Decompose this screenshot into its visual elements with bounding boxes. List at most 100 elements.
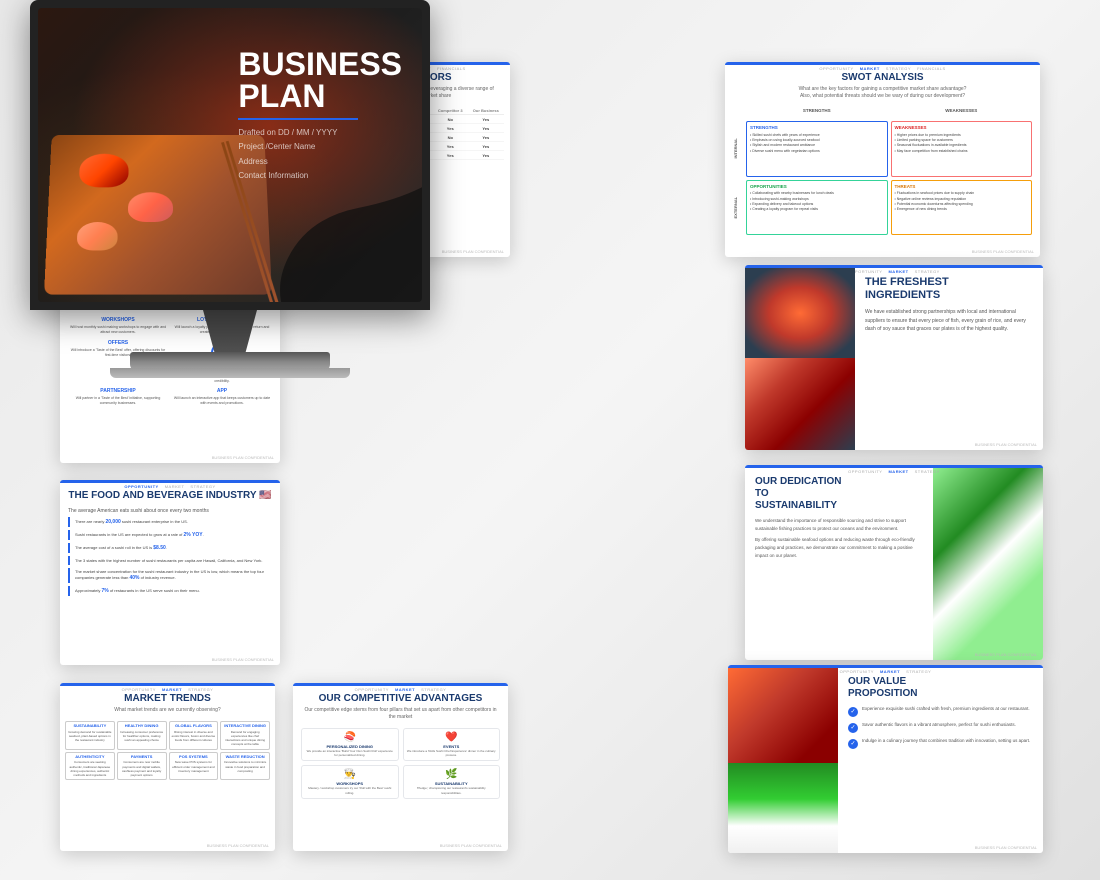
- workshops-icon: 👨‍🍳: [305, 769, 395, 780]
- comp-adv-workshops: 👨‍🍳 WORKSHOPS Mastery / workshop custome…: [301, 765, 399, 798]
- swot-threats: THREATS • Fluctuations in seafood prices…: [891, 180, 1033, 236]
- check-icon-3: ✓: [848, 739, 858, 749]
- check-icon-1: ✓: [848, 707, 858, 717]
- sushi-piece-2: [128, 192, 173, 222]
- sustainability-icon: 🌿: [407, 769, 497, 780]
- page-label: OPPORTUNITY MARKET STRATEGY: [840, 669, 932, 674]
- card-subtitle: What are the key factors for gaining a c…: [725, 86, 1040, 104]
- page-num: BUSINESS PLAN CONFIDENTIAL: [212, 657, 274, 662]
- trend-global: GLOBAL FLAVORS Rising interest in divers…: [169, 721, 219, 750]
- sushi-piece-3: [77, 222, 118, 250]
- value-prop-item-2: ✓ Savor authentic flavors in a vibrant a…: [848, 722, 1033, 733]
- page-label: OPPORTUNITY MARKET STRATEGY: [848, 269, 940, 274]
- food-bev-content: The average American eats sushi about on…: [60, 504, 280, 603]
- sushi-roll-image: [745, 268, 855, 358]
- bp-drafted: Drafted on DD / MM / YYYY: [238, 126, 402, 140]
- bp-title-1: BUSINESS: [238, 48, 402, 80]
- business-plan-text: BUSINESS PLAN Drafted on DD / MM / YYYY …: [238, 48, 402, 184]
- sustain-image: [933, 468, 1043, 660]
- slide-freshest: OPPORTUNITY MARKET STRATEGY THE FRESHEST…: [745, 265, 1043, 450]
- sustain-title: OUR DEDICATIONTOSUSTAINABILITY: [755, 476, 923, 512]
- value-prop-images: [728, 668, 838, 853]
- sashimi-image: [745, 358, 855, 450]
- swot-grid: STRENGTHS WEAKNESSES INTERNAL STRENGTHS …: [725, 104, 1040, 239]
- main-monitor-wrapper: BUSINESS PLAN Drafted on DD / MM / YYYY …: [0, 0, 460, 400]
- bp-address: Address: [238, 155, 402, 169]
- freshest-body: We have established strong partnerships …: [865, 308, 1033, 334]
- comp-adv-content: 🍣 PERSONALIZED DINING We provide an inte…: [293, 725, 508, 802]
- stat-5: The market share concentration for the s…: [68, 568, 272, 584]
- slide-value-prop: OPPORTUNITY MARKET STRATEGY OUR VALUEPRO…: [728, 665, 1043, 853]
- bp-line: [238, 118, 358, 120]
- stat-6: Approximately 7% of restaurants in the U…: [68, 586, 272, 596]
- swot-strengths: STRENGTHS • Skilled sushi chefs with yea…: [746, 121, 888, 177]
- salmon-image: [728, 668, 838, 763]
- spring-roll-image: [933, 468, 1043, 660]
- value-prop-item-3: ✓ Indulge in a culinary journey that com…: [848, 738, 1033, 749]
- trend-sustainability: SUSTAINABILITY Growing demand for sustai…: [65, 721, 115, 750]
- personalized-icon: 🍣: [305, 732, 395, 743]
- page-num: BUSINESS PLAN CONFIDENTIAL: [207, 843, 269, 848]
- page-label: OPPORTUNITY MARKET STRATEGY: [355, 687, 447, 692]
- page-num: BUSINESS PLAN CONFIDENTIAL: [975, 652, 1037, 657]
- stat-2: Sushi restaurants in the US are expected…: [68, 530, 272, 540]
- stat-1: There are nearly 20,000 sushi restaurant…: [68, 517, 272, 527]
- card-subtitle: Our competitive edge stems from four pil…: [293, 707, 508, 725]
- sustain-body-2: By offering sustainable seafood options …: [755, 536, 923, 559]
- page-num: BUSINESS PLAN CONFIDENTIAL: [212, 455, 274, 460]
- comp-adv-sustainability: 🌿 SUSTAINABILITY 'Pledge,' championing o…: [403, 765, 501, 798]
- sushi-piece-1: [79, 154, 129, 188]
- sustainability-inner: OUR DEDICATIONTOSUSTAINABILITY We unders…: [745, 468, 1043, 660]
- monitor-base-bottom: [110, 368, 350, 378]
- food-bev-subtitle: The average American eats sushi about on…: [68, 508, 272, 514]
- comp-adv-grid: 🍣 PERSONALIZED DINING We provide an inte…: [301, 728, 500, 799]
- value-prop-text: OUR VALUEPROPOSITION ✓ Experience exquis…: [838, 668, 1043, 853]
- sushi-roll-visual: [745, 268, 855, 358]
- trend-interactive: INTERACTIVE DINING Demand for engaging e…: [220, 721, 270, 750]
- value-prop-inner: OUR VALUEPROPOSITION ✓ Experience exquis…: [728, 668, 1043, 853]
- freshest-images: [745, 268, 855, 450]
- monitor-screen-container: BUSINESS PLAN Drafted on DD / MM / YYYY …: [30, 0, 430, 310]
- slide-market-trends: OPPORTUNITY MARKET STRATEGY MARKET TREND…: [60, 683, 275, 851]
- stat-4: The 3 states with the highest number of …: [68, 556, 272, 565]
- trend-healthy: HEALTHY DINING Increasing consumer prefe…: [117, 721, 167, 750]
- page-label: OPPORTUNITY MARKET STRATEGY: [848, 469, 940, 474]
- swot-weaknesses: WEAKNESSES • Higher prices due to premiu…: [891, 121, 1033, 177]
- bp-title-2: PLAN: [238, 80, 402, 112]
- events-icon: ❤️: [407, 732, 497, 743]
- swot-opportunities: OPPORTUNITIES • Collaborating with nearb…: [746, 180, 888, 236]
- value-prop-title: OUR VALUEPROPOSITION: [848, 676, 1033, 700]
- slide-competitive-adv: OPPORTUNITY MARKET STRATEGY OUR COMPETIT…: [293, 683, 508, 851]
- bp-contact: Contact Information: [238, 169, 402, 183]
- slide-swot: OPPORTUNITY MARKET STRATEGY FINANCIALS S…: [725, 62, 1040, 257]
- slide-sustainability: OPPORTUNITY MARKET STRATEGY OUR DEDICATI…: [745, 465, 1043, 660]
- bp-project: Project /Center Name: [238, 140, 402, 154]
- trend-waste: WASTE REDUCTION Innovative solutions to …: [220, 752, 270, 781]
- roll-image: [728, 763, 838, 853]
- page-label: OPPORTUNITY MARKET STRATEGY: [124, 484, 215, 489]
- sustain-body-1: We understand the importance of responsi…: [755, 517, 923, 532]
- screen-inner: BUSINESS PLAN Drafted on DD / MM / YYYY …: [38, 8, 422, 302]
- trend-pos: POS SYSTEMS New wave POS systems for eff…: [169, 752, 219, 781]
- sustain-text: OUR DEDICATIONTOSUSTAINABILITY We unders…: [745, 468, 933, 660]
- monitor: BUSINESS PLAN Drafted on DD / MM / YYYY …: [0, 0, 460, 400]
- page-num: BUSINESS PLAN CONFIDENTIAL: [440, 843, 502, 848]
- page-label: OPPORTUNITY MARKET STRATEGY: [122, 687, 214, 692]
- comp-adv-events: ❤️ EVENTS We introduce a 'Rolls Sushi Ch…: [403, 728, 501, 761]
- sashimi-visual: [745, 358, 855, 450]
- trend-authenticity: AUTHENTICITY Consumers are seeking authe…: [65, 752, 115, 781]
- trend-payments: PAYMENTS Consumers are now mobile paymen…: [117, 752, 167, 781]
- page-num: BUSINESS PLAN CONFIDENTIAL: [975, 442, 1037, 447]
- card-subtitle: What market trends are we currently obse…: [60, 707, 275, 718]
- spring-roll-visual: [933, 468, 1043, 660]
- freshest-text: THE FRESHESTINGREDIENTS We have establis…: [855, 268, 1043, 450]
- value-prop-item-1: ✓ Experience exquisite sushi crafted wit…: [848, 706, 1033, 717]
- monitor-screen: BUSINESS PLAN Drafted on DD / MM / YYYY …: [38, 8, 422, 302]
- scene: OPPORTUNITY STRATEGY THREE-YEAR ACTION P…: [0, 0, 1100, 880]
- comp-adv-personalized: 🍣 PERSONALIZED DINING We provide an inte…: [301, 728, 399, 761]
- stat-3: The average cost of a sushi roll in the …: [68, 543, 272, 553]
- slide-food-bev: OPPORTUNITY MARKET STRATEGY THE FOOD AND…: [60, 480, 280, 665]
- market-trends-grid: SUSTAINABILITY Growing demand for sustai…: [60, 718, 275, 783]
- check-icon-2: ✓: [848, 723, 858, 733]
- freshest-title: THE FRESHESTINGREDIENTS: [865, 276, 1033, 302]
